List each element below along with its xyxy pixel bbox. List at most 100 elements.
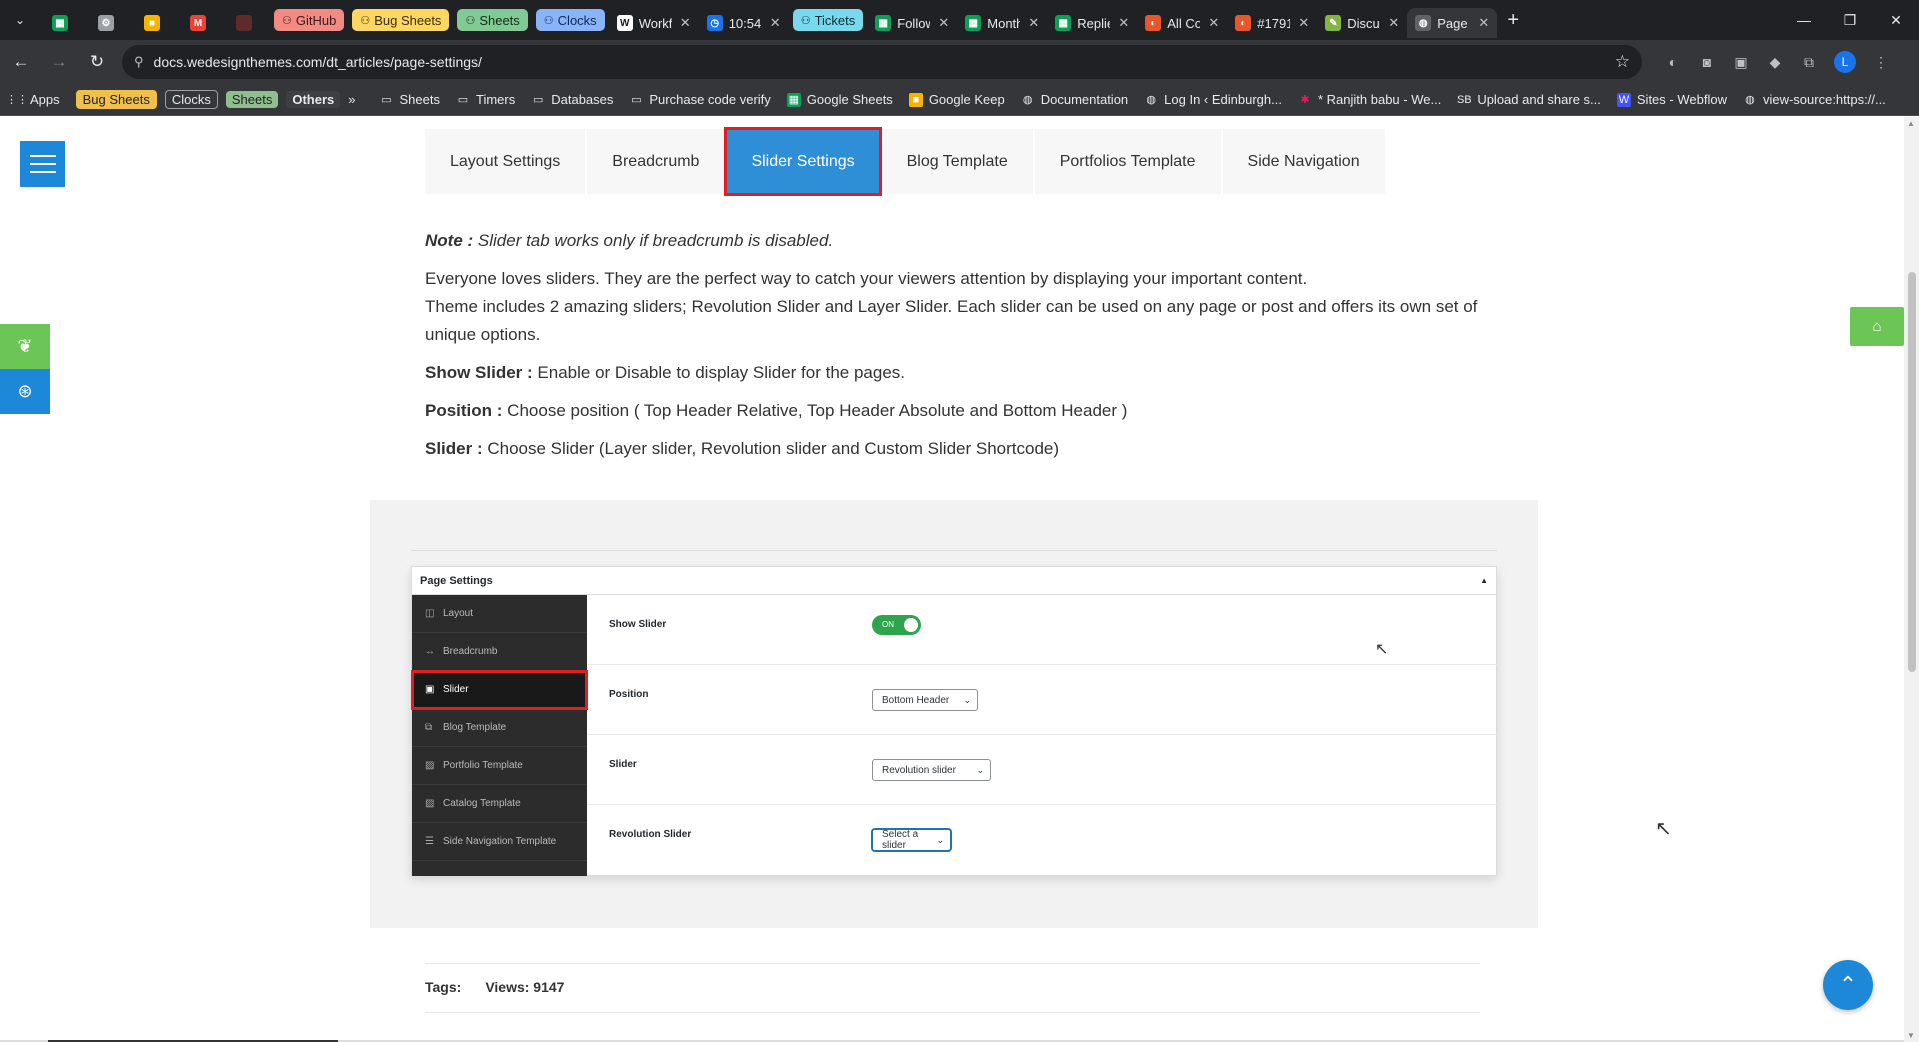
close-tab-icon[interactable]: ✕ <box>938 15 949 31</box>
globe-icon: ◍ <box>1146 94 1156 106</box>
close-tab-icon[interactable]: ✕ <box>680 15 691 31</box>
panel-sidebar-item[interactable]: ☰ Side Navigation Template <box>412 823 587 861</box>
bookmark-label: Documentation <box>1040 92 1129 107</box>
close-tab-icon[interactable]: ✕ <box>1298 15 1309 31</box>
browser-tab[interactable]: ◐ All Con ✕ <box>1137 8 1227 38</box>
minimize-button[interactable]: — <box>1781 0 1827 40</box>
close-tab-icon[interactable]: ✕ <box>1118 15 1129 31</box>
panel-sidebar-item[interactable]: ⧉ Blog Template <box>412 709 587 747</box>
bookmark-group-clocks[interactable]: Clocks <box>164 90 218 109</box>
close-tab-icon[interactable]: ✕ <box>1208 15 1219 31</box>
back-button[interactable]: ← <box>4 45 38 79</box>
support-lifebuoy-icon[interactable]: ⊛ <box>0 369 50 414</box>
bookmark-item[interactable]: ✱ * Ranjith babu - We... <box>1298 92 1441 107</box>
close-tab-icon[interactable]: ✕ <box>770 15 781 31</box>
browser-tab[interactable]: ▦ Monthly ✕ <box>957 8 1047 38</box>
browser-tab[interactable]: ✎ Discuss ✕ <box>1317 8 1407 38</box>
scroll-down-arrow-icon[interactable]: ▼ <box>1907 1031 1915 1040</box>
bookmark-item[interactable]: ▦ Google Sheets <box>786 92 893 107</box>
panel-sidebar-item[interactable]: ◫ Layout <box>412 595 587 633</box>
browser-tab[interactable]: ◐ #17916 ✕ <box>1227 8 1317 38</box>
bookmark-item[interactable]: ■ Google Keep <box>908 92 1005 107</box>
browser-tab[interactable]: ▦ <box>40 8 86 38</box>
close-tab-icon[interactable]: ✕ <box>1028 15 1039 31</box>
bookmark-item[interactable]: ▭ Sheets <box>380 92 440 107</box>
settings-screenshot: Page Settings ▲ ◫ Layout ↔ Breadcrumb ▣ Slide… <box>370 500 1538 928</box>
tab-group-clocks[interactable]: ⚇ Clocks <box>535 9 605 31</box>
tab-breadcrumb[interactable]: Breadcrumb <box>587 129 725 194</box>
restore-button[interactable]: ❐ <box>1827 0 1873 40</box>
site-info-icon[interactable]: ⚲ <box>134 54 144 70</box>
bookmark-item[interactable]: ◍ Log In ‹ Edinburgh... <box>1144 92 1282 107</box>
more-bookmarks-icon[interactable]: » <box>348 92 355 107</box>
puzzle-extensions-icon[interactable]: ⧉ <box>1792 45 1826 79</box>
bookmark-group-others[interactable]: Others <box>286 91 341 108</box>
scroll-up-arrow-icon[interactable]: ▲ <box>1907 119 1915 128</box>
browser-tab[interactable]: ◷ 10:54 m ✕ <box>699 8 789 38</box>
show-slider-toggle[interactable]: ON <box>872 615 921 635</box>
bookmark-item[interactable]: W Sites - Webflow <box>1616 92 1727 107</box>
browser-tab[interactable]: ▦ Replies ✕ <box>1047 8 1137 38</box>
browser-tab[interactable]: ⚙ <box>86 8 132 38</box>
extension-icon[interactable]: ◐ <box>1656 45 1690 79</box>
folder-icon: ▭ <box>381 94 392 106</box>
new-tab-button[interactable]: + <box>1497 9 1529 32</box>
browser-tab[interactable]: ▦ Follow ✕ <box>867 8 957 38</box>
tab-search-button[interactable]: ⌄ <box>0 0 40 40</box>
browser-tab[interactable]: M <box>178 8 224 38</box>
hamburger-menu-button[interactable] <box>20 141 65 187</box>
browser-tab[interactable] <box>224 8 270 38</box>
scrollbar-thumb[interactable] <box>1908 272 1916 672</box>
close-tab-icon[interactable]: ✕ <box>1478 15 1489 31</box>
forward-button[interactable]: → <box>42 45 76 79</box>
tab-portfolios-template[interactable]: Portfolios Template <box>1034 129 1221 194</box>
home-button[interactable]: ⌂ <box>1850 307 1904 346</box>
page-scrollbar[interactable]: ▲ ▼ <box>1904 117 1919 1042</box>
profile-avatar[interactable]: L <box>1834 51 1856 73</box>
tab-layout-settings[interactable]: Layout Settings <box>425 129 586 194</box>
globe-icon: ◍ <box>1745 94 1755 106</box>
panel-sidebar-item[interactable]: ↔ Breadcrumb <box>412 633 587 671</box>
browser-tab[interactable]: ■ <box>132 8 178 38</box>
catalog-icon: ▨ <box>425 798 435 809</box>
tab-side-navigation[interactable]: Side Navigation <box>1222 129 1385 194</box>
browser-tab[interactable]: W Workfl ✕ <box>609 8 699 38</box>
scroll-to-top-button[interactable]: ⌃ <box>1823 960 1873 1010</box>
bookmark-item[interactable]: ⋮⋮ Apps <box>6 92 60 107</box>
bookmark-item[interactable]: ◍ Documentation <box>1021 92 1128 107</box>
panel-sidebar-item[interactable]: ▨ Catalog Template <box>412 785 587 823</box>
tab-blog-template[interactable]: Blog Template <box>881 129 1033 194</box>
bookmark-item[interactable]: ◍ view-source:https://... <box>1743 92 1886 107</box>
menu-kebab-icon[interactable]: ⋮ <box>1864 45 1898 79</box>
reload-button[interactable]: ↻ <box>80 45 114 79</box>
close-window-button[interactable]: ✕ <box>1873 0 1919 40</box>
collapse-arrow-icon: ▲ <box>1480 576 1488 585</box>
intro-line-2: Theme includes 2 amazing sliders; Revolu… <box>425 297 1478 344</box>
camera-extension-icon[interactable]: ◙ <box>1690 45 1724 79</box>
close-tab-icon[interactable]: ✕ <box>1388 15 1399 31</box>
address-bar[interactable]: ⚲ docs.wedesignthemes.com/dt_articles/pa… <box>122 45 1642 79</box>
panel-sidebar-item[interactable]: ▨ Portfolio Template <box>412 747 587 785</box>
bookmark-item[interactable]: ▭ Purchase code verify <box>629 92 771 107</box>
tab-group-bug-sheets[interactable]: ⚇ Bug Sheets <box>352 9 450 31</box>
reload-icon: ↻ <box>89 52 105 71</box>
browser-tab[interactable]: ◍ Page Se ✕ <box>1407 8 1498 38</box>
bookmark-group-bug-sheets[interactable]: Bug Sheets <box>75 90 157 109</box>
url-text[interactable]: docs.wedesignthemes.com/dt_articles/page… <box>154 54 1615 70</box>
tab-group-sheets[interactable]: ⚇ Sheets <box>457 9 528 31</box>
tab-group-tickets[interactable]: ⚇ Tickets <box>792 9 864 31</box>
select-dropdown[interactable]: Select a slider ⌄ <box>872 829 951 851</box>
panel-sidebar-item[interactable]: ▣ Slider <box>411 670 588 710</box>
tab-group-github[interactable]: ⚇ GitHub <box>274 9 345 31</box>
bookmark-star-icon[interactable]: ☆ <box>1615 52 1630 72</box>
bookmark-group-sheets[interactable]: Sheets <box>225 91 279 108</box>
bookmark-item[interactable]: ▭ Timers <box>456 92 515 107</box>
leaf-icon[interactable]: ❦ <box>0 324 50 369</box>
select-dropdown[interactable]: Bottom Header ⌄ <box>872 689 978 711</box>
translate-extension-icon[interactable]: ▣ <box>1724 45 1758 79</box>
video-extension-icon[interactable]: ◆ <box>1758 45 1792 79</box>
tab-slider-settings[interactable]: Slider Settings <box>724 127 882 196</box>
bookmark-item[interactable]: SB Upload and share s... <box>1457 92 1601 107</box>
bookmark-item[interactable]: ▭ Databases <box>531 92 613 107</box>
select-dropdown[interactable]: Revolution slider ⌄ <box>872 759 991 781</box>
